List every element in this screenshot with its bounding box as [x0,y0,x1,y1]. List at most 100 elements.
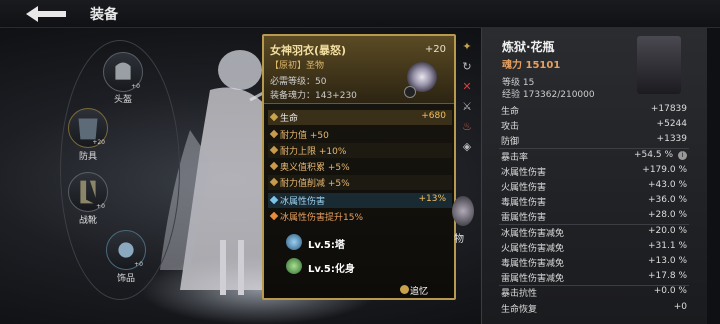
item-enhance: +20 [424,44,446,55]
lock-icon[interactable]: ◈ [460,140,474,154]
stat-row: 雷属性伤害 +28.0 % [501,210,687,225]
stat-value: +36.0 % [648,195,687,206]
stat-label: 火属性伤害 [501,183,547,193]
stat-value: +43.0 % [648,180,687,190]
stat-row: 暴击率 +54.5 % i [501,150,687,165]
stat-row: 生命 +17839 [501,104,687,119]
stat-row: 火属性伤害 +43.0 % [501,180,687,195]
stat-value: +5244 [656,119,687,130]
stat-row: 防御 +1339 [501,134,687,149]
stat-row: 奥义值积累 +5% [268,159,452,174]
stat-label: 暴击率 [501,152,529,163]
slot-boots[interactable]: +0 [68,172,108,212]
skill-label: Lv.5:塔 [308,240,345,251]
stat-bullet-icon [269,145,279,155]
stat-row: 耐力值削减 +5% [268,175,452,190]
stat-row: 冰属性伤害 +179.0 % [501,165,687,180]
stat-label: 奥义值积累 +5% [280,163,350,173]
slot-level: +0 [134,261,143,268]
stat-label: 防御 [501,137,520,148]
stat-label: 耐力值削减 +5% [280,179,350,189]
stat-label: 生命 [501,107,520,117]
stat-label: 生命恢复 [501,304,538,315]
stat-value: +17839 [650,104,687,114]
slot-level: +0 [96,203,105,210]
stat-label: 生命 [280,114,299,124]
stat-label: 耐力上限 +10% [280,147,347,157]
skill-label: Lv.5:化身 [308,264,355,275]
stat-label: 火属性伤害减免 [501,243,565,254]
stat-row: 攻击 +5244 [501,119,687,134]
stat-label: 冰属性伤害减免 [501,228,565,239]
search-icon[interactable] [404,86,416,98]
stat-label: 暴击抗性 [501,289,538,300]
item-required-level: 必需等级：50 [270,77,327,87]
slot-level: +20 [92,139,105,146]
slot-armor[interactable]: +20 [68,108,108,148]
stat-value: +17.8 % [648,271,687,282]
refresh-icon[interactable]: ↻ [460,60,474,74]
stat-row: 毒属性伤害减免 +13.0 % [501,256,687,271]
skill-avatar-icon[interactable] [286,258,302,274]
stat-label: 冰属性伤害 [501,167,547,178]
back-arrow-icon[interactable] [22,3,70,25]
stat-label: 毒属性伤害 [501,198,547,209]
stat-value: +54.5 % [634,149,673,160]
stat-value: +680 [421,111,446,121]
skill-tower-icon[interactable] [286,234,302,250]
grid-icon[interactable]: ✦ [460,40,474,54]
x-icon[interactable]: ✕ [460,80,474,94]
stat-value: +1339 [656,134,687,145]
item-quality: 【原初】圣物 [270,61,325,71]
recall-icon [400,285,409,294]
side-item-label: 物 [454,234,464,245]
slot-helmet[interactable]: +0 [103,52,143,92]
stat-label: 雷属性伤害 [501,213,547,224]
character-name: 炼狱·花瓶 [502,40,555,54]
page-title: 装备 [90,7,118,23]
stat-label: 耐力值 +50 [280,131,329,141]
stat-value: +28.0 % [648,210,687,221]
flame-icon[interactable]: ♨ [460,120,474,134]
stat-row: 冰属性伤害减免 +20.0 % [501,226,687,241]
stat-star-icon [269,211,279,221]
stat-row: 耐力值 +50 [268,127,452,142]
stat-bullet-icon [269,129,279,139]
stat-row: 毒属性伤害 +36.0 % [501,195,687,210]
stat-label: 攻击 [501,122,520,133]
character-avatar [637,36,681,94]
stat-row: 耐力上限 +10% [268,143,452,158]
stat-label: 冰属性伤害 [280,197,326,207]
slot-label-armor: 防具 [78,152,97,162]
stat-value: +13% [418,194,446,204]
soul-power: 魂力 15101 [502,60,561,71]
slot-label-helmet: 头盔 [113,95,132,105]
stat-label: 毒属性伤害减免 [501,259,565,269]
stat-value: +13.0 % [648,256,687,266]
recall-button[interactable]: 追忆 [410,284,428,297]
item-name: 女神羽衣(暴怒) [270,44,347,57]
stat-value: +179.0 % [642,164,687,175]
stat-value: +0 [673,301,687,312]
stat-row: 冰属性伤害 +13% [268,193,452,208]
info-icon[interactable]: i [678,150,687,160]
item-soul-power: 装备魂力：143+230 [270,91,357,101]
stat-row: 雷属性伤害减免 +17.8 % [501,271,687,286]
top-bar: 装备 [0,0,720,28]
stat-row: 暴击抗性 +0.0 % [501,286,687,301]
slot-level: +0 [131,83,140,90]
slot-label-accessory: 饰品 [116,274,135,284]
stat-bullet-icon [269,112,279,122]
equipment-tooltip: 女神羽衣(暴怒) +20 【原初】圣物 必需等级：50 装备魂力：143+230… [262,34,456,300]
sword-icon[interactable]: ⚔ [460,100,474,114]
stat-bullet-icon [269,195,279,205]
stat-row: 生命恢复 +0 [501,302,687,317]
stat-value: +31.1 % [648,240,687,251]
character-exp: 经验 173362/210000 [502,90,595,100]
stat-label: 冰属性伤害提升15% [280,213,364,223]
side-item-thumbnail[interactable] [452,196,474,226]
stat-bullet-icon [269,177,279,187]
stat-row: 冰属性伤害提升15% [268,209,452,224]
slot-accessory[interactable]: +0 [106,230,146,270]
slot-label-boots: 战靴 [78,216,97,226]
